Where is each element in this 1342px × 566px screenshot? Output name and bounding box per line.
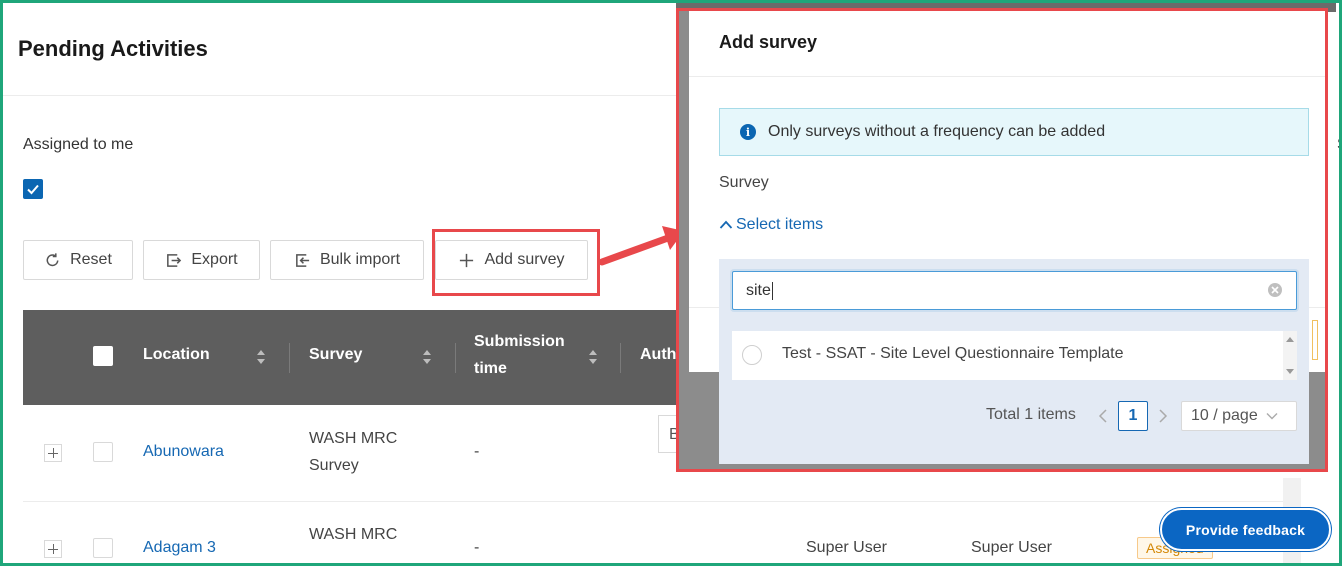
- reset-button[interactable]: Reset: [23, 240, 133, 280]
- header-divider: [3, 95, 693, 96]
- column-header-survey[interactable]: Survey: [309, 346, 362, 364]
- column-header-location[interactable]: Location: [143, 346, 210, 364]
- annotation-arrow: [598, 226, 684, 266]
- survey-cell-line1: WASH MRC: [309, 526, 398, 543]
- sort-icon[interactable]: [422, 348, 432, 366]
- column-header-submission-line1[interactable]: Submission: [474, 333, 565, 351]
- expand-row-icon[interactable]: [44, 540, 62, 558]
- submission-time-cell: -: [474, 539, 480, 556]
- column-header-author[interactable]: Auth: [640, 346, 676, 364]
- side-text-fragment: S: [1337, 136, 1342, 154]
- column-separator: [620, 343, 621, 373]
- row-checkbox[interactable]: [93, 442, 113, 462]
- author-cell: Super User: [806, 539, 887, 556]
- add-survey-highlight: [432, 229, 600, 296]
- assigned-to-me-checkbox[interactable]: [23, 179, 43, 199]
- assignee-cell: Super User: [971, 539, 1052, 556]
- check-icon: [27, 184, 39, 195]
- reload-icon: [46, 252, 59, 266]
- row-divider: [23, 501, 1283, 502]
- reset-label: Reset: [70, 251, 112, 268]
- provide-feedback-button[interactable]: Provide feedback: [1160, 508, 1331, 551]
- location-link[interactable]: Abunowara: [143, 438, 224, 465]
- survey-cell-line1: WASH MRC: [309, 430, 398, 447]
- modal-highlight: [676, 8, 1328, 472]
- bulk-import-label: Bulk import: [319, 251, 401, 268]
- export-label: Export: [191, 251, 238, 268]
- assigned-to-me-label: Assigned to me: [23, 136, 134, 153]
- page-title: Pending Activities: [18, 36, 208, 61]
- expand-row-icon[interactable]: [44, 444, 62, 462]
- location-link[interactable]: Adagam 3: [143, 534, 216, 561]
- select-all-checkbox[interactable]: [93, 346, 113, 366]
- submission-time-cell: -: [474, 443, 480, 460]
- column-separator: [455, 343, 456, 373]
- sort-icon[interactable]: [256, 348, 266, 366]
- export-button[interactable]: Export: [143, 240, 260, 280]
- row-checkbox[interactable]: [93, 538, 113, 558]
- column-header-submission-line2[interactable]: time: [474, 360, 507, 378]
- table-header: Location Survey Submission time Auth: [23, 310, 683, 405]
- bulk-import-button[interactable]: Bulk import: [270, 240, 424, 280]
- import-icon: [296, 253, 310, 267]
- sort-icon[interactable]: [588, 348, 598, 366]
- export-icon: [167, 253, 182, 267]
- column-separator: [289, 343, 290, 373]
- survey-cell-line2: Survey: [309, 457, 359, 474]
